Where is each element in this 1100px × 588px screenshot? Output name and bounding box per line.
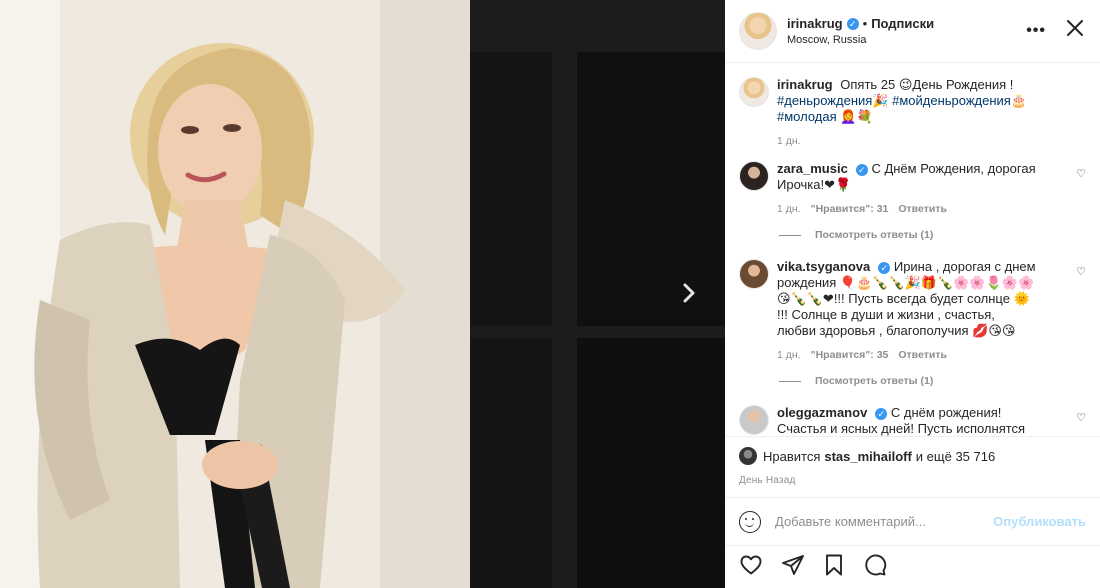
post-photo bbox=[0, 0, 470, 588]
comment-username[interactable]: zara_music bbox=[777, 161, 848, 176]
follow-button[interactable]: Подписки bbox=[871, 16, 934, 31]
reply-button[interactable]: Ответить bbox=[898, 349, 947, 361]
feed-tile bbox=[577, 52, 725, 326]
comment-username[interactable]: oleggazmanov bbox=[777, 405, 867, 420]
liker-avatar bbox=[739, 447, 757, 465]
comment-likes[interactable]: "Нравится": 31 bbox=[811, 203, 889, 215]
comment-meta: 1 дн. "Нравится": 31 Ответить bbox=[777, 201, 1037, 217]
comment-username[interactable]: vika.tsyganova bbox=[777, 259, 870, 274]
comment-body: vika.tsyganova ✓ Ирина , дорогая с днем р… bbox=[777, 259, 1037, 363]
feed-tile bbox=[470, 52, 552, 326]
divider-line bbox=[779, 234, 801, 236]
author-avatar[interactable] bbox=[739, 77, 769, 107]
view-replies-button[interactable]: Посмотреть ответы (1) bbox=[779, 375, 1086, 387]
post-date: День Назад bbox=[739, 475, 796, 486]
comment-icon[interactable] bbox=[863, 553, 887, 582]
comment-body: zara_music ✓ С Днём Рождения, дорогая Иро… bbox=[777, 161, 1037, 217]
caption-time: 1 дн. bbox=[777, 135, 801, 147]
post-actions bbox=[725, 545, 1100, 588]
post-header: irinakrug ✓ • Подписки Moscow, Russia ••… bbox=[725, 0, 1100, 63]
commenter-avatar[interactable] bbox=[739, 161, 769, 191]
reply-button[interactable]: Ответить bbox=[898, 203, 947, 215]
close-icon[interactable] bbox=[1064, 17, 1086, 44]
heart-icon[interactable]: ♡ bbox=[1076, 265, 1086, 278]
likes-count[interactable]: и ещё 35 716 bbox=[916, 449, 995, 464]
comment-meta: 1 дн. "Нравится": 35 Ответить bbox=[777, 347, 1037, 363]
view-replies-button[interactable]: Посмотреть ответы (1) bbox=[779, 229, 1086, 241]
verified-icon: ✓ bbox=[875, 408, 888, 420]
post-side-panel: irinakrug ✓ • Подписки Moscow, Russia ••… bbox=[725, 0, 1100, 588]
divider-line bbox=[779, 380, 801, 382]
caption-username[interactable]: irinakrug bbox=[777, 77, 833, 92]
comment-body: oleggazmanov ✓ С днём рождения! Счастья и… bbox=[777, 405, 1037, 436]
separator-dot: • bbox=[862, 16, 868, 31]
feed-tile bbox=[577, 338, 725, 588]
liker-username[interactable]: stas_mihailoff bbox=[824, 449, 911, 464]
commenter-avatar[interactable] bbox=[739, 405, 769, 435]
view-replies-label: Посмотреть ответы (1) bbox=[815, 375, 934, 387]
verified-icon: ✓ bbox=[878, 262, 891, 274]
caption-body: irinakrug Опять 25 😉День Рождения ! #ден… bbox=[777, 77, 1037, 149]
view-replies-label: Посмотреть ответы (1) bbox=[815, 229, 934, 241]
comment-likes[interactable]: "Нравится": 35 bbox=[811, 349, 889, 361]
verified-icon: ✓ bbox=[855, 164, 868, 176]
likes-section: Нравится stas_mihailoff и ещё 35 716 Ден… bbox=[725, 436, 1100, 496]
list-item: oleggazmanov ✓ С днём рождения! Счастья и… bbox=[739, 405, 1086, 436]
feed-tile bbox=[470, 338, 552, 588]
bookmark-icon[interactable] bbox=[823, 553, 845, 582]
list-item: vika.tsyganova ✓ Ирина , дорогая с днем р… bbox=[739, 259, 1086, 363]
verified-icon: ✓ bbox=[846, 17, 859, 30]
heart-icon[interactable]: ♡ bbox=[1076, 167, 1086, 180]
commenter-avatar[interactable] bbox=[739, 259, 769, 289]
author-avatar[interactable] bbox=[739, 12, 777, 50]
chevron-right-icon[interactable] bbox=[676, 280, 702, 306]
comment-input[interactable] bbox=[775, 514, 994, 529]
post-location[interactable]: Moscow, Russia bbox=[787, 34, 934, 46]
caption: irinakrug Опять 25 😉День Рождения ! #ден… bbox=[739, 77, 1086, 149]
heart-icon[interactable] bbox=[739, 553, 763, 582]
caption-text: Опять 25 😉День Рождения ! bbox=[840, 77, 1014, 92]
more-icon[interactable]: ••• bbox=[1026, 22, 1046, 40]
heart-icon[interactable]: ♡ bbox=[1076, 411, 1086, 424]
publish-button[interactable]: Опубликовать bbox=[993, 514, 1086, 529]
likes-prefix: Нравится bbox=[763, 448, 821, 464]
smile-icon[interactable] bbox=[739, 510, 761, 533]
share-icon[interactable] bbox=[781, 553, 805, 582]
comment-time: 1 дн. bbox=[777, 203, 801, 215]
comments-list[interactable]: irinakrug Опять 25 😉День Рождения ! #ден… bbox=[725, 63, 1100, 436]
header-text: irinakrug ✓ • Подписки Moscow, Russia bbox=[787, 16, 934, 46]
header-line: irinakrug ✓ • Подписки bbox=[787, 16, 934, 31]
list-item: zara_music ✓ С Днём Рождения, дорогая Иро… bbox=[739, 161, 1086, 217]
comment-time: 1 дн. bbox=[777, 349, 801, 361]
likes-summary[interactable]: Нравится stas_mihailoff и ещё 35 716 bbox=[739, 447, 1086, 465]
caption-hashtags[interactable]: #деньрождения🎉 #мойденьрождения🎂 bbox=[777, 93, 1027, 108]
author-username[interactable]: irinakrug bbox=[787, 16, 843, 31]
add-comment-bar: Опубликовать bbox=[725, 497, 1100, 545]
caption-hashtags-2[interactable]: #молодая 👩‍🦰💐 bbox=[777, 109, 873, 124]
